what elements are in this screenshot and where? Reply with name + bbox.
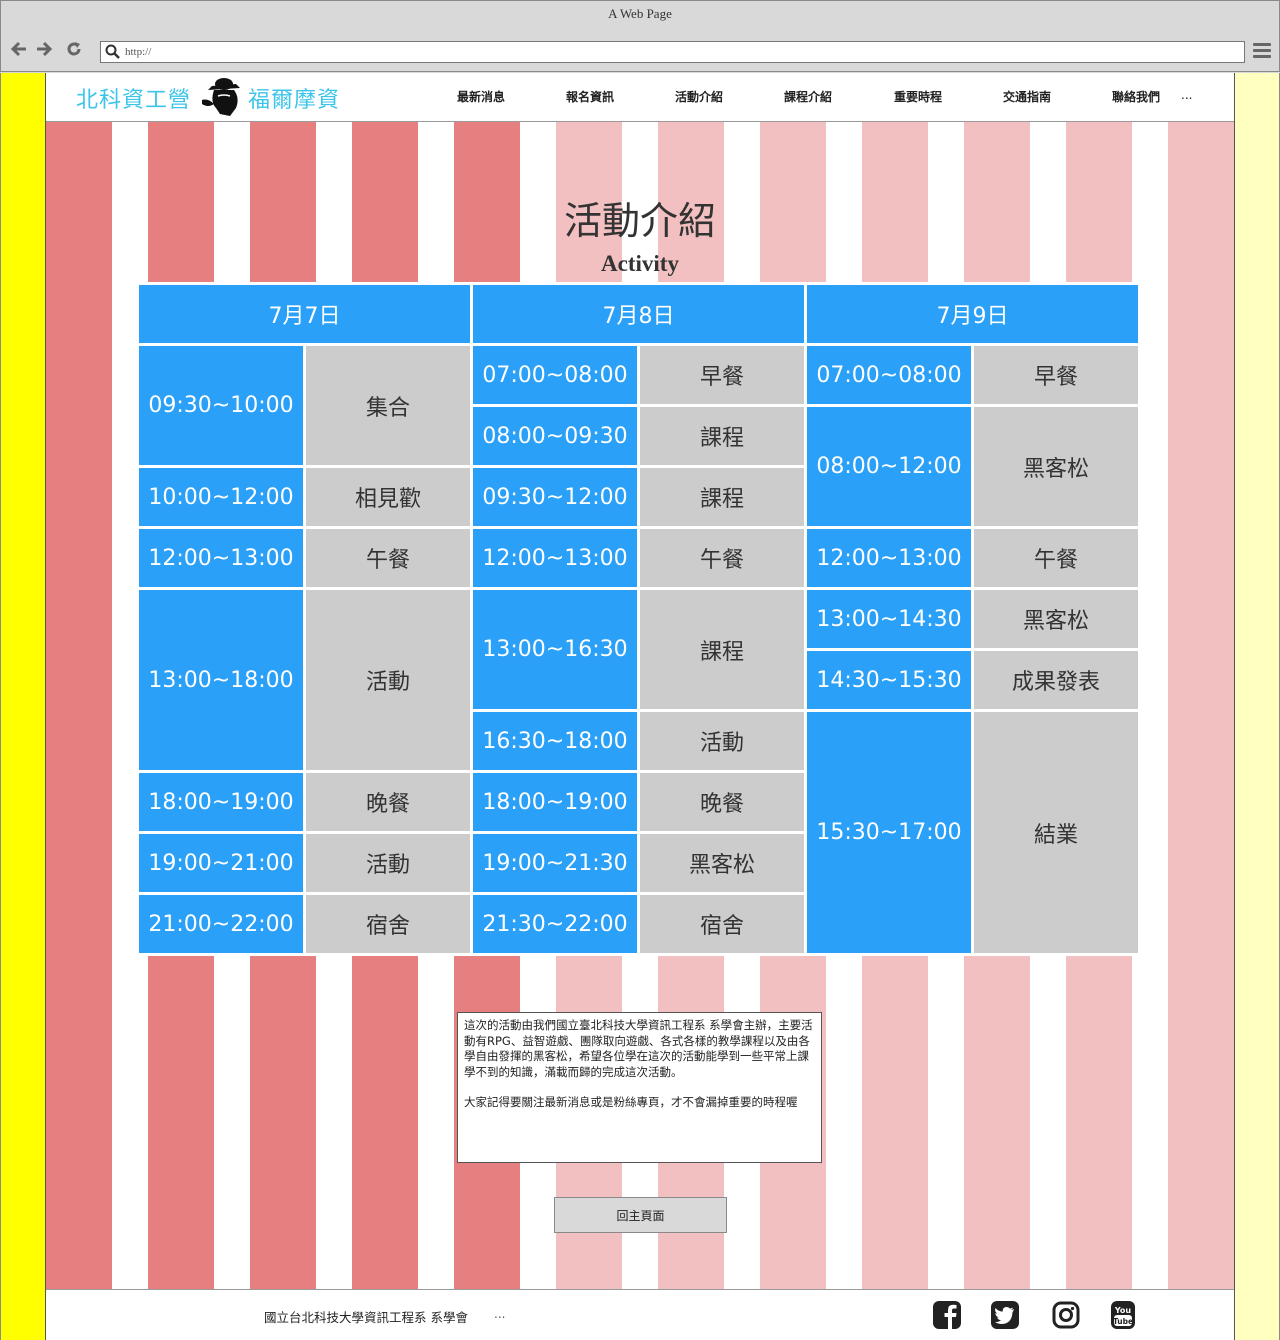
nav-transport[interactable]: 交通指南 [1003,88,1051,105]
logo-text-right: 福爾摩資 [248,88,341,113]
time-cell: 13:00~16:30 [473,590,637,709]
footer-text: 國立台北科技大學資訊工程系 系學會 [264,1310,468,1325]
nav-more[interactable]: ... [1181,88,1192,102]
activity-cell: 課程 [640,407,804,465]
hamburger-menu-icon[interactable] [1253,43,1271,59]
time-cell: 13:00~18:00 [139,590,303,770]
activity-cell: 晚餐 [640,773,804,831]
activity-cell: 結業 [974,712,1138,953]
nav-contact[interactable]: 聯絡我們 [1112,88,1160,105]
activity-cell: 宿舍 [640,895,804,953]
activity-cell: 活動 [306,834,470,892]
time-cell: 09:30~12:00 [473,468,637,526]
activity-cell: 成果發表 [974,651,1138,709]
reload-icon[interactable] [64,40,84,62]
time-cell: 13:00~14:30 [807,590,971,648]
back-to-home-button[interactable]: 回主頁面 [554,1197,727,1233]
activity-description: 這次的活動由我們國立臺北科技大學資訊工程系 系學會主辦，主要活動有RPG、益智遊… [457,1012,822,1163]
description-paragraph: 大家記得要關注最新消息或是粉絲專頁，才不會漏掉重要的時程喔 [464,1095,798,1109]
forward-arrow-icon[interactable] [34,40,54,62]
nav-courses[interactable]: 課程介紹 [784,88,832,105]
twitter-icon[interactable] [990,1300,1020,1330]
page-subtitle: Activity [601,251,679,276]
facebook-icon[interactable] [932,1300,962,1330]
activity-cell: 晚餐 [306,773,470,831]
activity-cell: 黑客松 [974,407,1138,526]
description-paragraph: 這次的活動由我們國立臺北科技大學資訊工程系 系學會主辦，主要活動有RPG、益智遊… [464,1018,813,1079]
search-icon [105,44,120,59]
activity-cell: 黑客松 [974,590,1138,648]
url-input[interactable] [125,44,1225,60]
time-cell: 07:00~08:00 [473,346,637,404]
activity-cell: 早餐 [640,346,804,404]
time-cell: 12:00~13:00 [473,529,637,587]
table-row: 13:00~18:00 活動 13:00~16:30 課程 13:00~14:3… [139,590,1138,770]
page-title: 活動介紹 [563,199,716,243]
activity-cell: 活動 [640,712,804,770]
time-cell: 19:00~21:30 [473,834,637,892]
table-row: 09:30~10:00 集合 07:00~08:00 早餐 07:00~08:0… [139,346,1138,465]
time-cell: 08:00~09:30 [473,407,637,465]
site-footer: 國立台北科技大學資訊工程系 系學會 ... You Tube [46,1289,1234,1340]
table-header-row: 7月7日 7月8日 7月9日 [139,285,1138,343]
time-cell: 18:00~19:00 [139,773,303,831]
background-stripe [46,122,112,1290]
activity-cell: 相見歡 [306,468,470,526]
time-cell: 21:00~22:00 [139,895,303,953]
activity-cell: 午餐 [974,529,1138,587]
time-cell: 15:30~17:00 [807,712,971,953]
browser-toolbar [0,30,1280,72]
back-arrow-icon[interactable] [9,40,29,62]
window-titlebar: A Web Page [0,0,1280,30]
background-stripe [1168,122,1234,1290]
youtube-icon[interactable]: You Tube [1108,1300,1138,1330]
nav-registration[interactable]: 報名資訊 [566,88,614,105]
time-cell: 19:00~21:00 [139,834,303,892]
activity-cell: 集合 [306,346,470,465]
activity-cell: 活動 [306,590,470,770]
activity-cell: 課程 [640,468,804,526]
right-side-strip [1234,73,1280,1340]
time-cell: 12:00~13:00 [139,529,303,587]
day-header: 7月8日 [473,285,804,343]
activity-cell: 午餐 [640,529,804,587]
day-header: 7月7日 [139,285,470,343]
activity-schedule-table: 7月7日 7月8日 7月9日 09:30~10:00 集合 07:00~08:0… [136,282,1141,956]
time-cell: 18:00~19:00 [473,773,637,831]
logo-text-left: 北科資工營 [76,88,192,113]
nav-latest-news[interactable]: 最新消息 [457,88,505,105]
nav-activities[interactable]: 活動介紹 [675,88,723,105]
nav-schedule[interactable]: 重要時程 [894,88,942,105]
window-title: A Web Page [608,6,672,21]
left-side-strip [0,73,46,1340]
detective-icon [202,78,240,116]
activity-cell: 宿舍 [306,895,470,953]
activity-cell: 黑客松 [640,834,804,892]
page-content: 北科資工營 福爾摩資 最新消息 報名資訊 活動介紹 課程介紹 重要時程 交通指南… [46,73,1234,1340]
address-bar[interactable] [100,41,1245,63]
activity-cell: 午餐 [306,529,470,587]
svg-text:You: You [1114,1306,1132,1315]
time-cell: 21:30~22:00 [473,895,637,953]
activity-cell: 課程 [640,590,804,709]
time-cell: 12:00~13:00 [807,529,971,587]
time-cell: 16:30~18:00 [473,712,637,770]
time-cell: 14:30~15:30 [807,651,971,709]
time-cell: 09:30~10:00 [139,346,303,465]
site-header: 北科資工營 福爾摩資 最新消息 報名資訊 活動介紹 課程介紹 重要時程 交通指南… [46,73,1234,122]
footer-more[interactable]: ... [494,1307,505,1321]
time-cell: 08:00~12:00 [807,407,971,526]
activity-cell: 早餐 [974,346,1138,404]
day-header: 7月9日 [807,285,1138,343]
time-cell: 10:00~12:00 [139,468,303,526]
svg-text:Tube: Tube [1113,1317,1133,1326]
instagram-icon[interactable] [1051,1300,1081,1330]
site-logo[interactable]: 北科資工營 福爾摩資 [74,73,354,121]
time-cell: 07:00~08:00 [807,346,971,404]
table-row: 12:00~13:00 午餐 12:00~13:00 午餐 12:00~13:0… [139,529,1138,587]
